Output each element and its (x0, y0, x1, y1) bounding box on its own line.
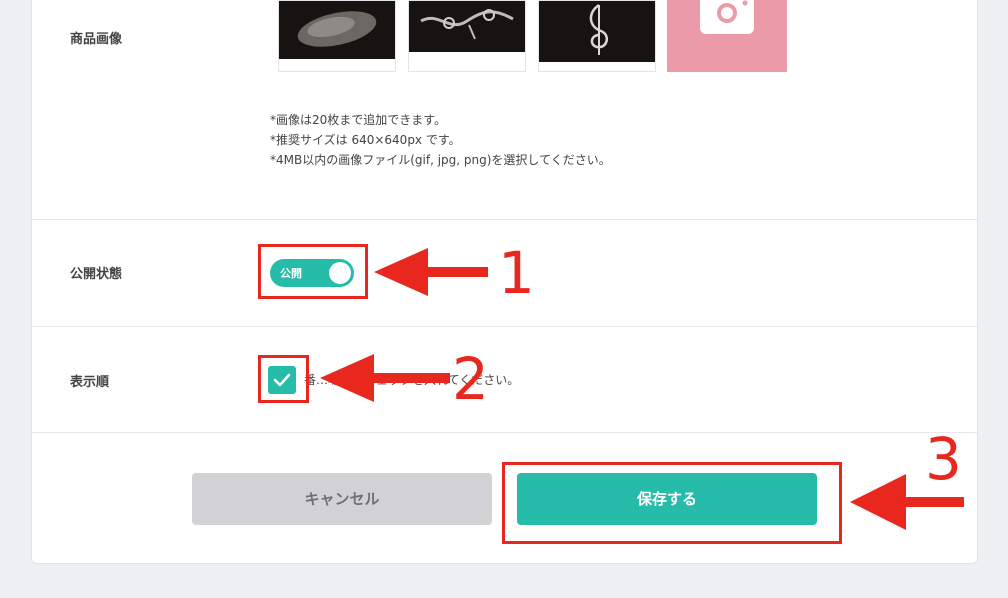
annotation-arrow-1 (374, 248, 488, 296)
thumbnail-image (409, 1, 525, 52)
divider (32, 219, 977, 220)
image-note-format: *4MB以内の画像ファイル(gif, jpg, png)を選択してください。 (270, 153, 611, 167)
annotation-step-2: 2 (452, 345, 489, 413)
display-order-label: 表示順 (70, 375, 110, 390)
annotation-box-toggle (258, 244, 368, 299)
divider (32, 432, 977, 433)
add-photo-button[interactable] (667, 0, 787, 72)
annotation-step-3: 3 (925, 425, 962, 493)
product-thumbnail-1[interactable] (278, 0, 396, 72)
product-image-label: 商品画像 (70, 32, 123, 47)
divider (32, 326, 977, 327)
thumbnail-image (539, 1, 655, 62)
product-thumbnail-3[interactable] (538, 0, 656, 72)
image-notes: *画像は20枚まで追加できます。 *推奨サイズは 640×640px です。 *… (270, 110, 611, 170)
annotation-step-1: 1 (498, 239, 535, 307)
product-thumbnail-2[interactable] (408, 0, 526, 72)
annotation-box-checkbox (258, 355, 309, 403)
image-note-size: *推奨サイズは 640×640px です。 (270, 133, 461, 147)
image-note-count: *画像は20枚まで追加できます。 (270, 113, 447, 127)
thumbnail-image (279, 1, 395, 59)
cancel-button[interactable]: キャンセル (192, 473, 492, 525)
publish-status-label: 公開状態 (70, 267, 123, 282)
annotation-box-save (502, 462, 842, 544)
annotation-arrow-2 (320, 354, 450, 402)
camera-icon (700, 0, 754, 34)
